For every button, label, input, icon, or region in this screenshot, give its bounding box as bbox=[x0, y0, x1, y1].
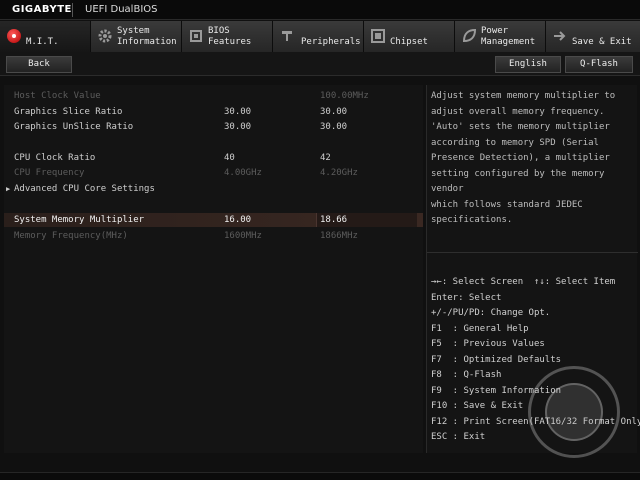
tab-mit-label: M.I.T. bbox=[26, 37, 59, 47]
setting-cpu-frequency: CPU Frequency 4.00GHz 4.20GHz bbox=[4, 166, 423, 180]
tab-save-exit[interactable]: Save & Exit bbox=[546, 21, 640, 52]
setting-value[interactable]: 18.66 bbox=[320, 213, 347, 227]
setting-name: Host Clock Value bbox=[14, 91, 101, 101]
watermark-logo bbox=[528, 366, 620, 458]
tab-system-information-line1: System bbox=[117, 26, 150, 36]
setting-value[interactable]: 30.00 bbox=[320, 105, 347, 119]
key-hint: F5 : Previous Values bbox=[431, 339, 545, 349]
setting-graphics-unslice-ratio[interactable]: Graphics UnSlice Ratio 30.00 30.00 bbox=[4, 120, 423, 134]
main-tabs: M.I.T. System Information BIOS Features … bbox=[0, 21, 640, 52]
top-bar: GIGABYTE UEFI DualBIOS bbox=[0, 0, 640, 20]
tab-peripherals[interactable]: Peripherals bbox=[273, 21, 364, 52]
setting-value: 100.00MHz bbox=[320, 91, 369, 101]
setting-current: 30.00 bbox=[224, 122, 252, 132]
qflash-button[interactable]: Q-Flash bbox=[565, 56, 633, 73]
help-divider bbox=[427, 252, 638, 253]
mit-red-dot-icon bbox=[7, 29, 21, 43]
setting-current: 4.00GHz bbox=[224, 168, 262, 178]
tab-peripherals-label: Peripherals bbox=[301, 37, 361, 47]
key-hint: Enter: Select bbox=[431, 292, 502, 303]
tab-chipset-label: Chipset bbox=[390, 37, 428, 47]
setting-host-clock-value: Host Clock Value 100.00MHz bbox=[4, 89, 423, 103]
tab-power-management[interactable]: Power Management bbox=[455, 21, 546, 52]
setting-current: 16.00 bbox=[224, 215, 252, 225]
setting-advanced-cpu-core-settings[interactable]: ▶ Advanced CPU Core Settings bbox=[4, 182, 423, 196]
setting-system-memory-multiplier[interactable]: System Memory Multiplier 16.00 18.66 bbox=[4, 213, 423, 227]
brand-divider bbox=[72, 3, 73, 17]
key-hint: F7 : Optimized Defaults bbox=[431, 354, 562, 365]
setting-value: 4.20GHz bbox=[320, 168, 358, 178]
setting-value: 1866MHz bbox=[320, 231, 358, 241]
key-hint: F1 : General Help bbox=[431, 323, 529, 334]
setting-name: System Memory Multiplier bbox=[14, 215, 145, 225]
setting-current: 30.00 bbox=[224, 107, 252, 117]
submenu-arrow-icon: ▶ bbox=[6, 185, 11, 193]
setting-value[interactable]: 30.00 bbox=[320, 120, 347, 134]
tab-mit[interactable]: M.I.T. bbox=[0, 21, 91, 52]
back-button[interactable]: Back bbox=[6, 56, 72, 73]
tab-bios-features[interactable]: BIOS Features bbox=[182, 21, 273, 52]
setting-name: Memory Frequency(MHz) bbox=[14, 231, 128, 241]
tab-save-exit-label: Save & Exit bbox=[572, 37, 632, 47]
tab-bios-features-line2: Features bbox=[208, 37, 252, 47]
power-leaf-icon bbox=[462, 28, 477, 43]
peripherals-icon bbox=[282, 31, 292, 41]
gear-icon bbox=[98, 29, 112, 43]
setting-name: CPU Clock Ratio bbox=[14, 153, 96, 163]
tab-system-information-line2: Information bbox=[117, 37, 177, 47]
watermark-inner-icon bbox=[545, 383, 603, 441]
settings-panel: Host Clock Value 100.00MHz Graphics Slic… bbox=[4, 85, 423, 453]
setting-current: 1600MHz bbox=[224, 231, 262, 241]
bottom-bar bbox=[0, 472, 640, 480]
setting-graphics-slice-ratio[interactable]: Graphics Slice Ratio 30.00 30.00 bbox=[4, 105, 423, 119]
setting-name: Graphics Slice Ratio bbox=[14, 107, 123, 117]
setting-cpu-clock-ratio[interactable]: CPU Clock Ratio 40 42 bbox=[4, 151, 423, 165]
setting-value[interactable]: 42 bbox=[320, 151, 331, 165]
action-bar: Back English Q-Flash bbox=[0, 52, 640, 76]
setting-name: Graphics UnSlice Ratio bbox=[14, 122, 134, 132]
tab-power-management-line1: Power bbox=[481, 26, 509, 36]
setting-name: Advanced CPU Core Settings bbox=[14, 184, 155, 194]
tab-power-management-line2: Management bbox=[481, 37, 536, 47]
setting-current: 40 bbox=[224, 153, 235, 163]
exit-arrow-icon bbox=[554, 31, 566, 41]
setting-name: CPU Frequency bbox=[14, 168, 85, 178]
key-hint: +/-/PU/PD: Change Opt. bbox=[431, 308, 551, 318]
bios-chip-icon bbox=[190, 30, 202, 42]
brand-logo: GIGABYTE bbox=[12, 4, 72, 15]
language-button[interactable]: English bbox=[495, 56, 561, 73]
tab-system-information[interactable]: System Information bbox=[91, 21, 182, 52]
help-description: Adjust system memory multiplier to adjus… bbox=[431, 91, 616, 225]
tab-bios-features-line1: BIOS bbox=[208, 26, 230, 36]
chipset-icon bbox=[371, 29, 385, 43]
tab-chipset[interactable]: Chipset bbox=[364, 21, 455, 52]
key-hint: →←: Select Screen ↑↓: Select Item bbox=[431, 277, 616, 287]
setting-memory-frequency: Memory Frequency(MHz) 1600MHz 1866MHz bbox=[4, 229, 423, 243]
product-title: UEFI DualBIOS bbox=[85, 4, 158, 15]
